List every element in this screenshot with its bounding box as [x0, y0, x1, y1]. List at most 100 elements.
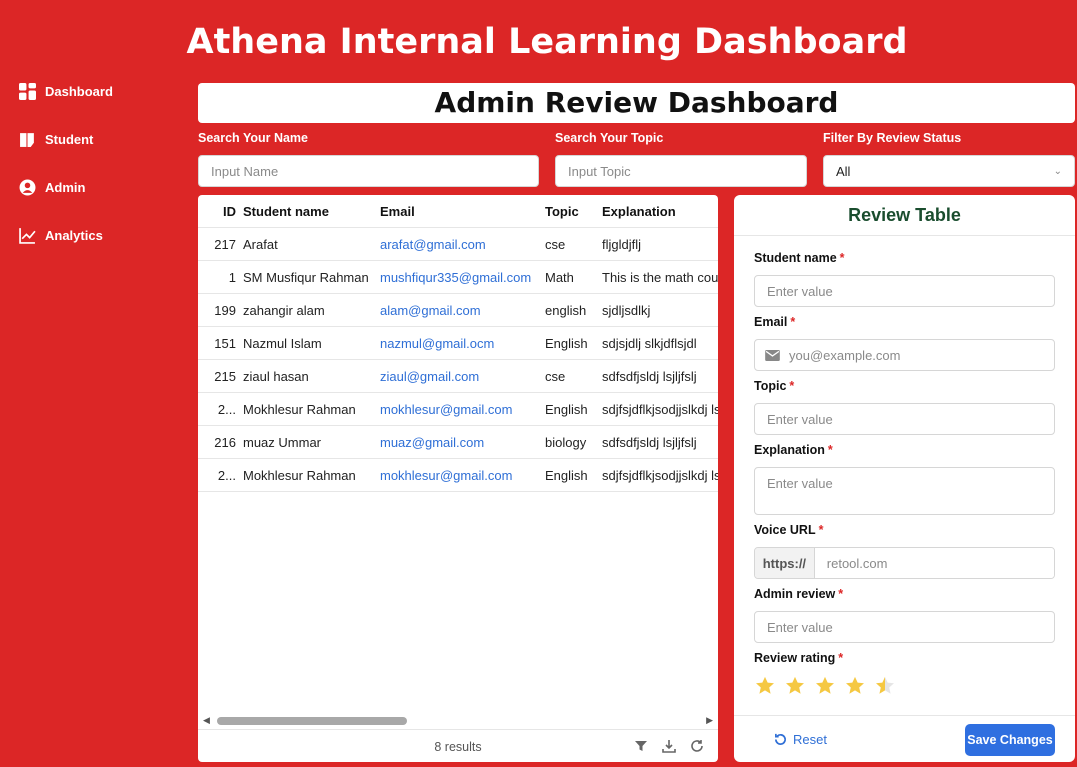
star-icon[interactable] — [844, 675, 866, 697]
cell-explanation: sdjfsjdflkjsodjjslkdj ls — [602, 401, 718, 417]
select-value: All — [836, 163, 851, 179]
table-header: ID Student name Email Topic Explanation — [198, 195, 718, 228]
form-title: Review Table — [734, 195, 1075, 236]
star-icon[interactable] — [874, 675, 896, 697]
cell-email[interactable]: alam@gmail.com — [373, 303, 537, 318]
cell-topic: English — [545, 467, 588, 483]
refresh-icon[interactable] — [690, 739, 704, 753]
user-circle-icon — [18, 178, 36, 196]
required-mark: * — [839, 251, 845, 265]
sidebar-item-student[interactable]: Student — [18, 128, 188, 150]
save-changes-button[interactable]: Save Changes — [965, 724, 1055, 756]
required-mark: * — [818, 523, 824, 537]
cell-id: 217 — [214, 236, 236, 252]
column-header-student-name[interactable]: Student name — [236, 204, 373, 219]
email-field[interactable] — [754, 339, 1055, 371]
star-icon[interactable] — [754, 675, 776, 697]
cell-explanation: sdfsdfjsldj lsjljfslj — [602, 368, 697, 384]
star-icon[interactable] — [814, 675, 836, 697]
review-rating-stars[interactable] — [754, 675, 904, 697]
cell-student-name: Mokhlesur Rahman — [243, 467, 356, 483]
cell-explanation: fljgldjflj — [602, 236, 642, 252]
reset-button[interactable]: Reset — [774, 732, 827, 747]
table-body: 217 Arafat arafat@gmail.com cse fljgldjflj 1 S… — [198, 228, 718, 492]
cell-explanation: sdjsjdlj slkjdflsjdl — [602, 335, 697, 351]
cell-email[interactable]: mushfiqur335@gmail.com — [373, 270, 537, 285]
search-topic-label: Search Your Topic — [555, 131, 664, 145]
table-row[interactable]: 199 zahangir alam alam@gmail.com english sjd… — [198, 294, 718, 327]
table-row[interactable]: 151 Nazmul Islam nazmul@gmail.ocm English sd… — [198, 327, 718, 360]
table-row[interactable]: 2... Mokhlesur Rahman mokhlesur@gmail.com E… — [198, 459, 718, 492]
search-name-input[interactable] — [198, 155, 539, 187]
table-row[interactable]: 216 muaz Ummar muaz@gmail.com biology sdfsdf… — [198, 426, 718, 459]
email-label: Email * — [754, 315, 796, 329]
topic-label: Topic * — [754, 379, 795, 393]
chevron-down-icon: ⌄ — [1053, 165, 1062, 177]
url-prefix: https:// — [755, 548, 815, 578]
voice-url-field[interactable]: https:// — [754, 547, 1055, 579]
search-name-label: Search Your Name — [198, 131, 309, 145]
required-mark: * — [827, 443, 833, 457]
cell-student-name: ziaul hasan — [243, 368, 309, 384]
required-mark: * — [790, 315, 796, 329]
cell-email[interactable]: arafat@gmail.com — [373, 237, 537, 252]
sidebar-item-analytics[interactable]: Analytics — [18, 224, 188, 246]
explanation-textarea[interactable] — [754, 467, 1055, 515]
student-name-label: Student name * — [754, 251, 845, 265]
cell-email[interactable]: nazmul@gmail.ocm — [373, 336, 537, 351]
cell-topic: English — [545, 335, 588, 351]
cell-email[interactable]: muaz@gmail.com — [373, 435, 537, 450]
sidebar-item-admin[interactable]: Admin — [18, 176, 188, 198]
voice-url-input[interactable] — [814, 548, 1054, 578]
table-row[interactable]: 1 SM Musfiqur Rahman mushfiqur335@gmail.co… — [198, 261, 718, 294]
horizontal-scrollbar[interactable]: ◀ ▶ — [198, 713, 718, 727]
explanation-label: Explanation * — [754, 443, 833, 457]
table-row[interactable]: 215 ziaul hasan ziaul@gmail.com cse sdfsdfjs… — [198, 360, 718, 393]
star-icon[interactable] — [784, 675, 806, 697]
download-icon[interactable] — [662, 739, 676, 753]
table-row[interactable]: 217 Arafat arafat@gmail.com cse fljgldjflj — [198, 228, 718, 261]
cell-id: 2... — [217, 467, 236, 483]
filter-icon[interactable] — [634, 739, 648, 753]
sidebar-item-label: Dashboard — [45, 83, 113, 99]
filter-status-label: Filter By Review Status — [823, 131, 962, 145]
cell-email[interactable]: ziaul@gmail.com — [373, 369, 537, 384]
app-title: Athena Internal Learning Dashboard — [186, 22, 908, 62]
column-header-explanation[interactable]: Explanation — [594, 204, 718, 219]
sidebar-item-label: Admin — [45, 179, 86, 195]
cell-topic: english — [545, 302, 587, 318]
column-header-id[interactable]: ID — [198, 204, 236, 219]
cell-topic: cse — [545, 368, 566, 384]
students-table: ID Student name Email Topic Explanation … — [198, 195, 718, 762]
scrollbar-thumb[interactable] — [217, 717, 407, 725]
sidebar-item-dashboard[interactable]: Dashboard — [18, 80, 188, 102]
admin-review-input[interactable] — [754, 611, 1055, 643]
review-rating-label: Review rating * — [754, 651, 844, 665]
scroll-right-icon[interactable]: ▶ — [706, 715, 713, 726]
scroll-left-icon[interactable]: ◀ — [203, 715, 210, 726]
search-topic-input[interactable] — [555, 155, 807, 187]
cell-email[interactable]: mokhlesur@gmail.com — [373, 402, 537, 417]
review-status-select[interactable]: All ⌄ — [823, 155, 1075, 187]
grid-icon — [18, 82, 36, 100]
cell-email[interactable]: mokhlesur@gmail.com — [373, 468, 537, 483]
form-footer: Reset Save Changes — [734, 715, 1075, 762]
column-header-topic[interactable]: Topic — [537, 204, 594, 219]
required-mark: * — [789, 379, 795, 393]
cell-id: 151 — [214, 335, 236, 351]
cell-id: 2... — [217, 401, 236, 417]
topic-input[interactable] — [754, 403, 1055, 435]
cell-id: 215 — [214, 368, 236, 384]
student-name-input[interactable] — [754, 275, 1055, 307]
cell-topic: biology — [545, 434, 587, 450]
cell-explanation: sjdljsdlkj — [602, 302, 651, 318]
table-footer: 8 results — [198, 729, 718, 762]
cell-student-name: Nazmul Islam — [243, 335, 322, 351]
table-row[interactable]: 2... Mokhlesur Rahman mokhlesur@gmail.com E… — [198, 393, 718, 426]
cell-id: 216 — [214, 434, 236, 450]
sidebar: Dashboard Student Admin Analytics — [18, 80, 188, 272]
column-header-email[interactable]: Email — [373, 204, 537, 219]
book-icon — [18, 130, 36, 148]
cell-topic: cse — [545, 236, 566, 252]
email-input[interactable] — [789, 347, 1039, 363]
